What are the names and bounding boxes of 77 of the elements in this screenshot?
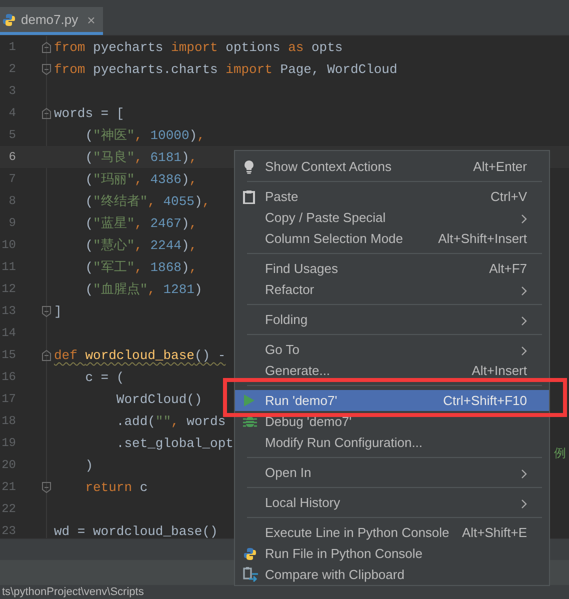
line-number: 14	[0, 326, 16, 340]
code-line: WordCloud()	[115, 392, 202, 406]
code-line: c = (	[84, 370, 124, 384]
code-line: ("血腥点", 1281)	[84, 281, 202, 298]
code-line: ]	[54, 304, 62, 318]
line-number: 8	[8, 194, 16, 208]
line-number: 15	[0, 348, 16, 362]
code-line: from pyecharts.charts import Page, WordCloud	[54, 62, 398, 76]
code-line: ("神医", 10000),	[84, 127, 205, 144]
fold-marker-icon[interactable]	[42, 64, 51, 74]
menu-item[interactable]: Generate... Alt+Insert	[235, 360, 549, 381]
clipboard-icon	[243, 190, 255, 204]
menu-item[interactable]: Find Usages Alt+F7	[235, 258, 549, 279]
line-number: 21	[0, 480, 16, 494]
line-number: 13	[0, 304, 16, 318]
fold-marker-icon[interactable]	[42, 482, 51, 492]
file-tab[interactable]: demo7.py ×	[0, 7, 104, 35]
menu-item[interactable]: Refactor	[235, 279, 549, 300]
line-number: 10	[0, 238, 16, 252]
line-number: 17	[0, 392, 16, 406]
code-line: def wordcloud_base() -	[54, 348, 226, 362]
code-fragment: 例	[554, 446, 566, 463]
lightbulb-icon	[243, 160, 255, 174]
line-number: 20	[0, 458, 16, 472]
line-number: 1	[8, 40, 16, 54]
menu-item[interactable]: Execute Line in Python Console Alt+Shift+E	[235, 522, 549, 543]
menu-item[interactable]: Go To	[235, 339, 549, 360]
menu-item[interactable]: Compare with Clipboard	[235, 564, 549, 585]
menu-item[interactable]: Copy / Paste Special	[235, 207, 549, 228]
code-line: ("蓝星", 2467),	[84, 215, 198, 232]
code-line: words = [	[54, 106, 124, 120]
close-icon[interactable]: ×	[87, 12, 96, 28]
menu-item[interactable]: Show Context Actions Alt+Enter	[235, 156, 549, 177]
line-number: 9	[8, 216, 16, 230]
code-line: wd = wordcloud_base()	[54, 524, 218, 538]
line-number: 22	[0, 502, 16, 516]
menu-item[interactable]: Open In	[235, 462, 549, 483]
code-line: ("慧心", 2244),	[84, 237, 198, 254]
fold-marker-icon[interactable]	[42, 350, 51, 360]
fold-marker-icon[interactable]	[42, 42, 51, 52]
python-icon	[2, 12, 16, 26]
line-number: 2	[8, 62, 16, 76]
code-line: from pyecharts import options as opts	[54, 40, 343, 54]
line-number: 23	[0, 524, 16, 538]
code-line: ("军工", 1868),	[84, 259, 198, 276]
line-number: 6	[8, 150, 16, 164]
code-line: )	[84, 458, 94, 472]
menu-item[interactable]: Debug 'demo7'	[235, 411, 549, 432]
bug-icon	[243, 415, 257, 428]
menu-item[interactable]: Column Selection Mode Alt+Shift+Insert	[235, 228, 549, 249]
line-number: 4	[8, 106, 16, 120]
code-line: ("终结者", 4055),	[84, 193, 210, 210]
menu-item[interactable]: Paste Ctrl+V	[235, 186, 549, 207]
menu-item[interactable]: Run File in Python Console	[235, 543, 549, 564]
line-number: 5	[8, 128, 16, 142]
line-number: 7	[8, 172, 16, 186]
fold-marker-icon[interactable]	[42, 306, 51, 316]
code-line: .set_global_opt	[115, 436, 234, 450]
menu-item[interactable]: Run 'demo7' Ctrl+Shift+F10	[235, 390, 549, 411]
code-line: return c	[84, 480, 148, 494]
play-icon	[243, 394, 255, 407]
line-number: 19	[0, 436, 16, 450]
fold-marker-icon[interactable]	[42, 108, 51, 118]
line-number: 18	[0, 414, 16, 428]
line-number: 3	[8, 84, 16, 98]
menu-item[interactable]: Modify Run Configuration...	[235, 432, 549, 453]
menu-item[interactable]: Folding	[235, 309, 549, 330]
python-icon	[243, 546, 257, 560]
line-number: 16	[0, 370, 16, 384]
code-line: ("马良", 6181),	[84, 149, 198, 166]
compare-icon	[243, 567, 258, 582]
file-path: ts\pythonProject\venv\Scripts	[2, 586, 144, 598]
code-line: .add("", words	[115, 414, 226, 428]
line-number: 12	[0, 282, 16, 296]
menu-item[interactable]: Local History	[235, 492, 549, 513]
line-number: 11	[0, 260, 16, 274]
code-line: ("玛丽", 4386),	[84, 171, 198, 188]
